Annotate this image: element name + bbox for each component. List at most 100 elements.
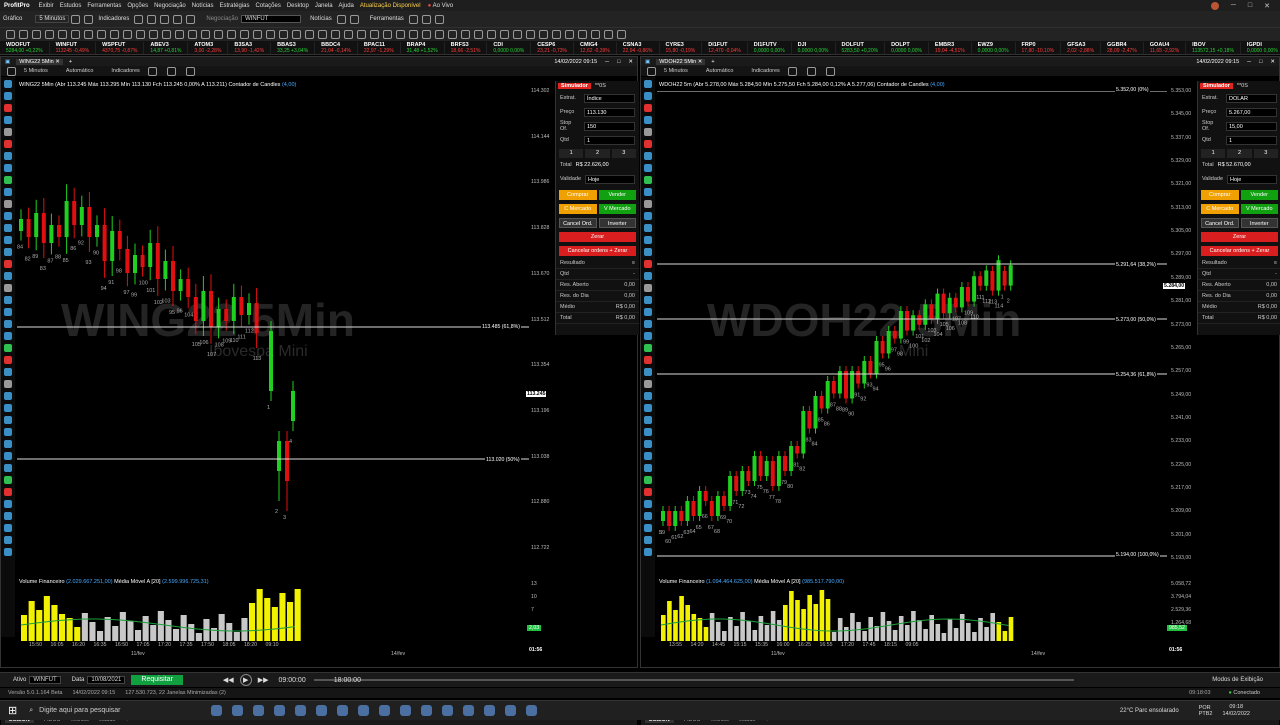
volume-bar[interactable] — [294, 589, 301, 641]
candle[interactable] — [163, 261, 168, 279]
volume-bar[interactable] — [947, 619, 953, 641]
qty-field[interactable]: 1 — [584, 135, 635, 145]
volume-bar[interactable] — [28, 601, 35, 641]
volume-bar[interactable] — [97, 631, 104, 641]
fit-icon[interactable] — [185, 66, 195, 76]
candle[interactable] — [795, 446, 800, 454]
candle[interactable] — [746, 471, 751, 481]
draw-tool-icon[interactable] — [644, 368, 652, 376]
ticker-item[interactable]: CDI 0,0000 0,00% — [487, 41, 532, 54]
candle[interactable] — [133, 255, 137, 273]
volume-bar[interactable] — [807, 595, 812, 641]
draw-tool-icon[interactable] — [644, 116, 652, 124]
volume-bar[interactable] — [850, 613, 855, 641]
volume-bar[interactable] — [691, 614, 697, 641]
candle[interactable] — [201, 291, 206, 321]
candle[interactable] — [990, 271, 995, 291]
volume-bar[interactable] — [813, 604, 819, 641]
volume-bar[interactable] — [43, 596, 50, 641]
crosshair-icon[interactable] — [160, 14, 170, 24]
account-label[interactable]: **0S — [1237, 83, 1248, 89]
volume-bar[interactable] — [935, 624, 941, 641]
draw-tool-icon[interactable] — [644, 224, 652, 232]
draw-tool-icon[interactable] — [644, 548, 652, 556]
draw-tool-icon[interactable] — [4, 152, 12, 160]
tool-icon[interactable] — [123, 30, 132, 39]
window-maximize-icon[interactable]: □ — [617, 59, 620, 65]
settings-icon[interactable] — [434, 14, 444, 24]
volume-chart[interactable] — [17, 589, 529, 641]
candle[interactable] — [691, 501, 696, 516]
candle[interactable] — [247, 303, 251, 315]
buy-button[interactable]: Comprar — [1201, 190, 1239, 200]
whatsapp-icon[interactable] — [379, 705, 391, 716]
tool-icon[interactable] — [19, 30, 28, 39]
candle[interactable] — [978, 276, 983, 286]
draw-tool-icon[interactable] — [4, 224, 12, 232]
volume-bar[interactable] — [917, 620, 922, 641]
qty-preset-button[interactable]: 1 — [559, 149, 584, 158]
candle[interactable] — [819, 396, 824, 409]
volume-bar[interactable] — [66, 618, 73, 641]
draw-tool-icon[interactable] — [644, 416, 652, 424]
candle[interactable] — [72, 201, 77, 225]
chart-type-icon[interactable] — [7, 66, 16, 76]
candle[interactable] — [868, 361, 873, 374]
chrome-icon[interactable] — [232, 705, 244, 716]
candle[interactable] — [224, 309, 229, 321]
window-close-icon[interactable]: ✕ — [1270, 59, 1275, 65]
candle[interactable] — [155, 243, 160, 279]
volume-bar[interactable] — [752, 630, 758, 641]
tool-icon[interactable] — [526, 30, 535, 39]
zoom-in-icon[interactable] — [134, 14, 144, 24]
validity-select[interactable]: Hoje — [1227, 174, 1277, 184]
candle[interactable] — [764, 461, 769, 476]
draw-tool-icon[interactable] — [644, 524, 652, 532]
qty-preset-button[interactable]: 2 — [585, 149, 610, 158]
draw-tool-icon[interactable] — [4, 272, 12, 280]
tool-icon[interactable] — [32, 30, 41, 39]
tool-icon[interactable] — [6, 30, 15, 39]
candle-chart[interactable]: 8482 89838788858692 9390 949198 97 99100101 10… — [17, 91, 529, 581]
draw-tool-icon[interactable] — [644, 380, 652, 388]
volume-bar[interactable] — [195, 633, 202, 641]
candle[interactable] — [667, 511, 672, 526]
candle[interactable] — [856, 371, 861, 384]
volume-bar[interactable] — [142, 616, 149, 641]
volume-bar[interactable] — [104, 617, 111, 641]
draw-tool-icon[interactable] — [4, 260, 12, 268]
volume-bar[interactable] — [173, 629, 180, 641]
candle[interactable] — [984, 270, 989, 286]
draw-tool-icon[interactable] — [644, 332, 652, 340]
lang[interactable]: POR PTB2 — [1199, 705, 1213, 717]
candle[interactable] — [947, 297, 952, 314]
ticker-item[interactable]: CYRE3 15,80 -0,19% — [660, 41, 703, 54]
ticker-item[interactable]: BRFS3 18,66 -2,51% — [445, 41, 488, 54]
volume-bar[interactable] — [984, 627, 989, 641]
zoom-in-icon[interactable] — [147, 66, 157, 76]
candle[interactable] — [178, 279, 183, 291]
tool-icon[interactable] — [461, 30, 470, 39]
photoshop-icon[interactable] — [337, 705, 349, 716]
menu-item[interactable]: Opções — [124, 3, 151, 9]
ticker-item[interactable]: DJI 0,0000 0,00% — [792, 41, 836, 54]
volume-bar[interactable] — [226, 623, 233, 641]
candle[interactable] — [140, 255, 145, 267]
volume-bar[interactable] — [249, 603, 256, 641]
draw-tool-icon[interactable] — [4, 392, 12, 400]
draw-tool-icon[interactable] — [4, 452, 12, 460]
volume-bar[interactable] — [256, 589, 263, 641]
line-tool-icon[interactable] — [173, 14, 183, 24]
candle[interactable] — [254, 303, 259, 333]
tool-icon[interactable] — [227, 30, 236, 39]
volume-bar[interactable] — [81, 613, 88, 641]
draw-tool-icon[interactable] — [644, 80, 652, 88]
draw-tool-icon[interactable] — [4, 80, 12, 88]
play-icon[interactable]: ▶ — [239, 674, 252, 686]
tool-icon[interactable] — [396, 30, 405, 39]
volume-bar[interactable] — [959, 614, 965, 641]
minimize-icon[interactable]: ─ — [1231, 2, 1236, 10]
draw-tool-icon[interactable] — [4, 320, 12, 328]
candle[interactable] — [715, 496, 720, 516]
clock[interactable]: 09:18 14/02/2022 — [1222, 704, 1250, 718]
